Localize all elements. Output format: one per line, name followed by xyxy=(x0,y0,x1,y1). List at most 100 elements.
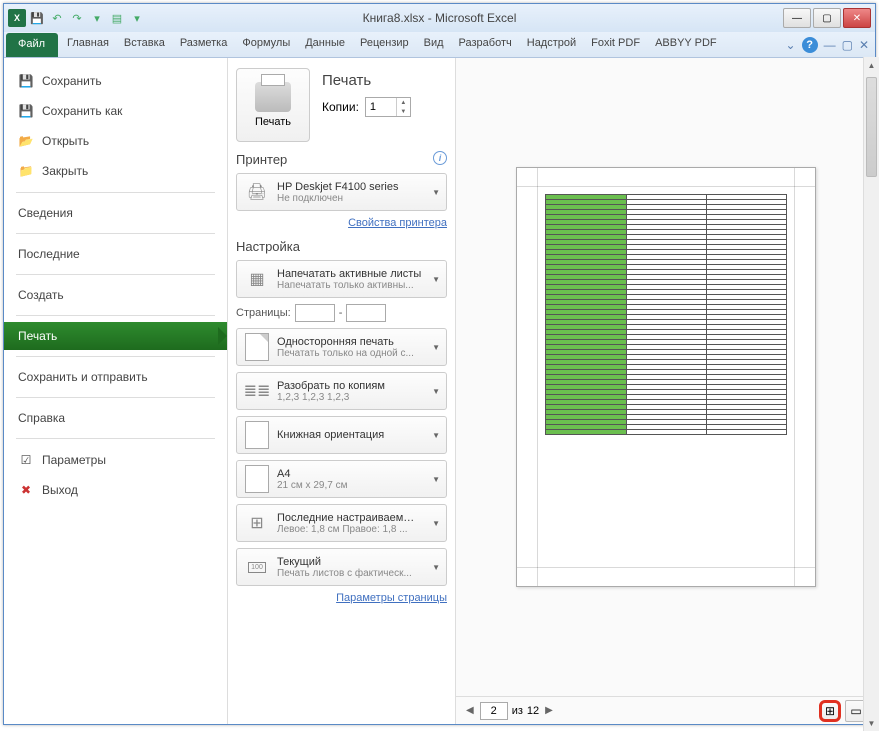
sidebar-saveas-label: Сохранить как xyxy=(42,104,122,118)
sidebar-recent[interactable]: Последние xyxy=(4,240,227,268)
page-number-input[interactable] xyxy=(480,702,508,720)
setting-collate[interactable]: ≣≣ Разобрать по копиям1,2,3 1,2,3 1,2,3 … xyxy=(236,372,447,410)
printer-info-icon[interactable]: i xyxy=(433,151,447,165)
prev-page-button[interactable]: ◀ xyxy=(464,703,476,718)
sidebar-exit[interactable]: ✖Выход xyxy=(4,475,227,505)
scroll-thumb[interactable] xyxy=(866,77,877,177)
a4-icon xyxy=(243,465,271,493)
chevron-down-icon: ▼ xyxy=(432,387,440,396)
qat-redo-icon[interactable]: ↷ xyxy=(68,9,86,27)
tab-insert[interactable]: Вставка xyxy=(117,32,173,57)
sidebar-save[interactable]: 💾Сохранить xyxy=(4,66,227,96)
setting-paper-sub: 21 см x 29,7 см xyxy=(277,480,422,491)
tab-layout[interactable]: Разметка xyxy=(173,32,236,57)
doc-restore-icon[interactable]: ▢ xyxy=(842,38,853,52)
setting-paper-title: A4 xyxy=(277,468,422,480)
copies-spinner[interactable]: 1 ▲▼ xyxy=(365,97,411,117)
maximize-button[interactable]: ▢ xyxy=(813,8,841,28)
sidebar-recent-label: Последние xyxy=(18,247,80,261)
sidebar-options-label: Параметры xyxy=(42,453,106,467)
scroll-up-icon[interactable]: ▲ xyxy=(864,57,879,73)
sidebar-info[interactable]: Сведения xyxy=(4,199,227,227)
chevron-down-icon: ▼ xyxy=(432,431,440,440)
help-icon[interactable]: ? xyxy=(802,37,818,53)
oneside-icon xyxy=(243,333,271,361)
setting-sides-sub: Печатать только на одной с... xyxy=(277,348,422,359)
tab-data[interactable]: Данные xyxy=(298,32,353,57)
scale-icon: 100 xyxy=(243,553,271,581)
setting-margins[interactable]: ⊞ Последние настраиваемые ...Левое: 1,8 … xyxy=(236,504,447,542)
sidebar-new-label: Создать xyxy=(18,288,64,302)
tab-abbyy[interactable]: ABBYY PDF xyxy=(648,32,725,57)
show-margins-button[interactable]: ⊞ xyxy=(819,700,841,722)
sidebar-saveas[interactable]: 💾 Сохранить как xyxy=(4,96,227,126)
saveas-icon: 💾 xyxy=(18,103,34,119)
pages-range: Страницы: - xyxy=(236,304,447,322)
tab-addins[interactable]: Надстрой xyxy=(520,32,584,57)
tab-view[interactable]: Вид xyxy=(417,32,452,57)
minimize-button[interactable]: — xyxy=(783,8,811,28)
sidebar-help[interactable]: Справка xyxy=(4,404,227,432)
next-page-button[interactable]: ▶ xyxy=(543,703,555,718)
doc-close-icon[interactable]: ✕ xyxy=(859,38,869,52)
pages-from-input[interactable] xyxy=(295,304,335,322)
page-setup-link[interactable]: Параметры страницы xyxy=(236,592,447,604)
save-icon: 💾 xyxy=(18,73,34,89)
margin-bottom-handle[interactable] xyxy=(517,567,815,568)
setting-paper[interactable]: A421 см x 29,7 см ▼ xyxy=(236,460,447,498)
sheets-icon: ▦ xyxy=(243,265,271,293)
qat-dd-icon[interactable]: ▾ xyxy=(128,9,146,27)
page-total: 12 xyxy=(527,705,539,717)
qat-save-icon[interactable]: 💾 xyxy=(28,9,46,27)
close-file-icon: 📁 xyxy=(18,163,34,179)
chevron-down-icon: ▼ xyxy=(432,275,440,284)
setting-orientation-title: Книжная ориентация xyxy=(277,429,422,441)
printer-properties-link[interactable]: Свойства принтера xyxy=(236,217,447,229)
sidebar-open[interactable]: 📂Открыть xyxy=(4,126,227,156)
page-of-label: из xyxy=(512,705,523,717)
settings-header: Настройка xyxy=(236,239,447,254)
setting-print-what-title: Напечатать активные листы xyxy=(277,268,422,280)
qat-undo-icon[interactable]: ↶ xyxy=(48,9,66,27)
setting-orientation[interactable]: Книжная ориентация ▼ xyxy=(236,416,447,454)
scroll-down-icon[interactable]: ▼ xyxy=(864,715,879,731)
print-button[interactable]: Печать xyxy=(236,68,310,142)
sidebar-close[interactable]: 📁 Закрыть xyxy=(4,156,227,186)
qat-custom-icon[interactable]: ▤ xyxy=(108,9,126,27)
setting-sides[interactable]: Односторонняя печатьПечатать только на о… xyxy=(236,328,447,366)
ribbon-minimize-icon[interactable]: ⌄ xyxy=(786,38,796,52)
vertical-scrollbar[interactable]: ▲ ▼ xyxy=(863,57,879,731)
tab-home[interactable]: Главная xyxy=(60,32,117,57)
spinner-down-icon[interactable]: ▼ xyxy=(397,107,410,116)
setting-scaling[interactable]: 100 ТекущийПечать листов с фактическ... … xyxy=(236,548,447,586)
preview-table xyxy=(545,194,787,435)
tab-foxit[interactable]: Foxit PDF xyxy=(584,32,648,57)
tab-formulas[interactable]: Формулы xyxy=(235,32,298,57)
sidebar-options[interactable]: ☑Параметры xyxy=(4,445,227,475)
setting-scaling-sub: Печать листов с фактическ... xyxy=(277,568,422,579)
print-header: Печать xyxy=(322,72,411,89)
doc-minimize-icon[interactable]: — xyxy=(824,38,836,52)
sidebar-send[interactable]: Сохранить и отправить xyxy=(4,363,227,391)
sidebar-close-label: Закрыть xyxy=(42,164,88,178)
pages-to-input[interactable] xyxy=(346,304,386,322)
setting-print-what[interactable]: ▦ Напечатать активные листыНапечатать то… xyxy=(236,260,447,298)
setting-collate-title: Разобрать по копиям xyxy=(277,380,422,392)
sidebar-print[interactable]: Печать xyxy=(4,322,227,350)
tab-review[interactable]: Рецензир xyxy=(353,32,417,57)
margin-right-handle[interactable] xyxy=(794,168,795,586)
spinner-up-icon[interactable]: ▲ xyxy=(397,98,410,107)
print-settings-panel: Печать Печать Копии: 1 ▲▼ Принтерi 🖨 xyxy=(228,58,456,724)
titlebar: X 💾 ↶ ↷ ▾ ▤ ▾ Книга8.xlsx - Microsoft Ex… xyxy=(4,4,875,32)
chevron-down-icon: ▼ xyxy=(432,188,440,197)
sidebar-new[interactable]: Создать xyxy=(4,281,227,309)
tab-developer[interactable]: Разработч xyxy=(452,32,520,57)
printer-selector[interactable]: 🖨 HP Deskjet F4100 seriesНе подключен ▼ xyxy=(236,173,447,211)
qat-more-icon[interactable]: ▾ xyxy=(88,9,106,27)
setting-scaling-title: Текущий xyxy=(277,556,422,568)
margin-top-handle[interactable] xyxy=(517,186,815,187)
tab-file[interactable]: Файл xyxy=(6,33,58,57)
print-button-label: Печать xyxy=(255,116,291,128)
close-button[interactable]: ✕ xyxy=(843,8,871,28)
margin-left-handle[interactable] xyxy=(537,168,538,586)
